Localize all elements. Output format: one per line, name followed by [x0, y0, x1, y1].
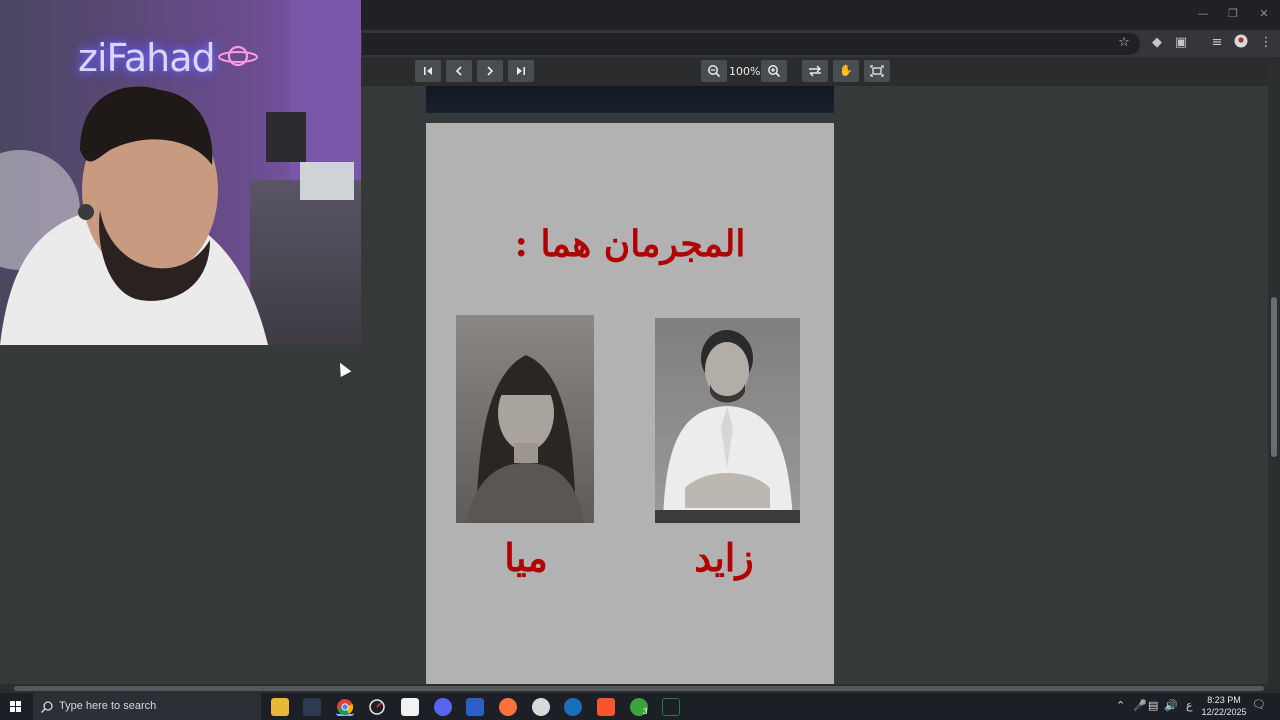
volume-icon[interactable]: 🔊 [1164, 699, 1178, 712]
close-icon[interactable]: ✕ [1249, 6, 1279, 22]
clock-date: 12/22/2025 [1201, 707, 1247, 717]
next-page-button[interactable] [477, 60, 503, 82]
first-page-button[interactable] [415, 60, 441, 82]
hand-tool-icon[interactable]: ✋ [833, 60, 859, 82]
previous-page-button[interactable] [446, 60, 472, 82]
webcam-overlay: ziFahad [0, 0, 361, 345]
search-placeholder: Type here to search [59, 700, 157, 712]
clock-time: 8:23 PM [1207, 695, 1241, 705]
notifications-icon[interactable]: 🗨 [1252, 698, 1266, 711]
brave-icon[interactable] [597, 698, 615, 716]
profile-avatar[interactable] [1232, 34, 1250, 52]
excel-icon[interactable] [662, 698, 680, 716]
last-page-button[interactable] [508, 60, 534, 82]
windows-start-icon[interactable] [0, 693, 32, 720]
xbox-badge: 3 [643, 707, 648, 716]
input-language[interactable]: ع [1186, 699, 1193, 712]
rotate-button[interactable] [802, 60, 828, 82]
photo-zayed [655, 318, 800, 523]
zoom-in-button[interactable] [761, 60, 787, 82]
neon-sign-text: ziFahad [78, 36, 216, 80]
file-explorer-icon[interactable] [271, 698, 289, 716]
microsoft-store-icon[interactable] [401, 698, 419, 716]
horizontal-scroll-thumb[interactable] [14, 686, 1264, 691]
page-heading: المجرمان هما : [514, 223, 746, 265]
planet-neon-icon [218, 45, 258, 67]
pdf-page: المجرمان هما : ميا زايد [426, 123, 834, 684]
zoom-level: 100% [729, 65, 761, 78]
fit-screen-button[interactable] [864, 60, 890, 82]
chrome-icon[interactable] [336, 698, 354, 716]
taskbar: Type here to search 3 ⌃ 🎤 ▤ 🔊 ع 8:23 PM … [0, 693, 1280, 720]
word-icon[interactable] [466, 698, 484, 716]
discord-icon[interactable] [434, 698, 452, 716]
xbox-icon[interactable]: 3 [630, 698, 648, 716]
media-control-icon[interactable]: ≡ [1208, 34, 1226, 52]
extension-diamond-icon[interactable]: ◆ [1148, 34, 1166, 52]
steam-icon[interactable] [564, 698, 582, 716]
tray-overflow-icon[interactable]: ⌃ [1116, 699, 1125, 712]
omnibox[interactable] [362, 33, 1140, 55]
clock[interactable]: 8:23 PM 12/22/2025 [1198, 694, 1250, 718]
menu-kebab-icon[interactable]: ⋮ [1257, 34, 1275, 52]
search-icon [41, 701, 53, 713]
firefox-icon[interactable] [499, 698, 517, 716]
extensions-puzzle-icon[interactable]: ▣ [1172, 34, 1190, 52]
app-icon-owl[interactable] [532, 698, 550, 716]
taskbar-search-input[interactable]: Type here to search [33, 693, 261, 720]
horizontal-scrollbar[interactable] [0, 684, 1280, 693]
previous-page-edge [426, 86, 834, 113]
vertical-scrollbar[interactable] [1268, 57, 1280, 684]
app-icon-game[interactable] [303, 698, 321, 716]
speedtest-icon[interactable] [368, 698, 386, 716]
microphone-icon[interactable]: 🎤 [1133, 699, 1147, 712]
bookmark-star-icon[interactable]: ☆ [1115, 34, 1133, 52]
name-mia: ميا [504, 535, 548, 580]
photo-mia [456, 315, 594, 523]
minimize-icon[interactable]: — [1188, 6, 1218, 22]
zoom-out-button[interactable] [701, 60, 727, 82]
restore-icon[interactable]: ❐ [1218, 6, 1248, 22]
network-icon[interactable]: ▤ [1148, 699, 1158, 712]
vertical-scroll-thumb[interactable] [1271, 297, 1277, 457]
name-zayed: زايد [694, 535, 754, 580]
